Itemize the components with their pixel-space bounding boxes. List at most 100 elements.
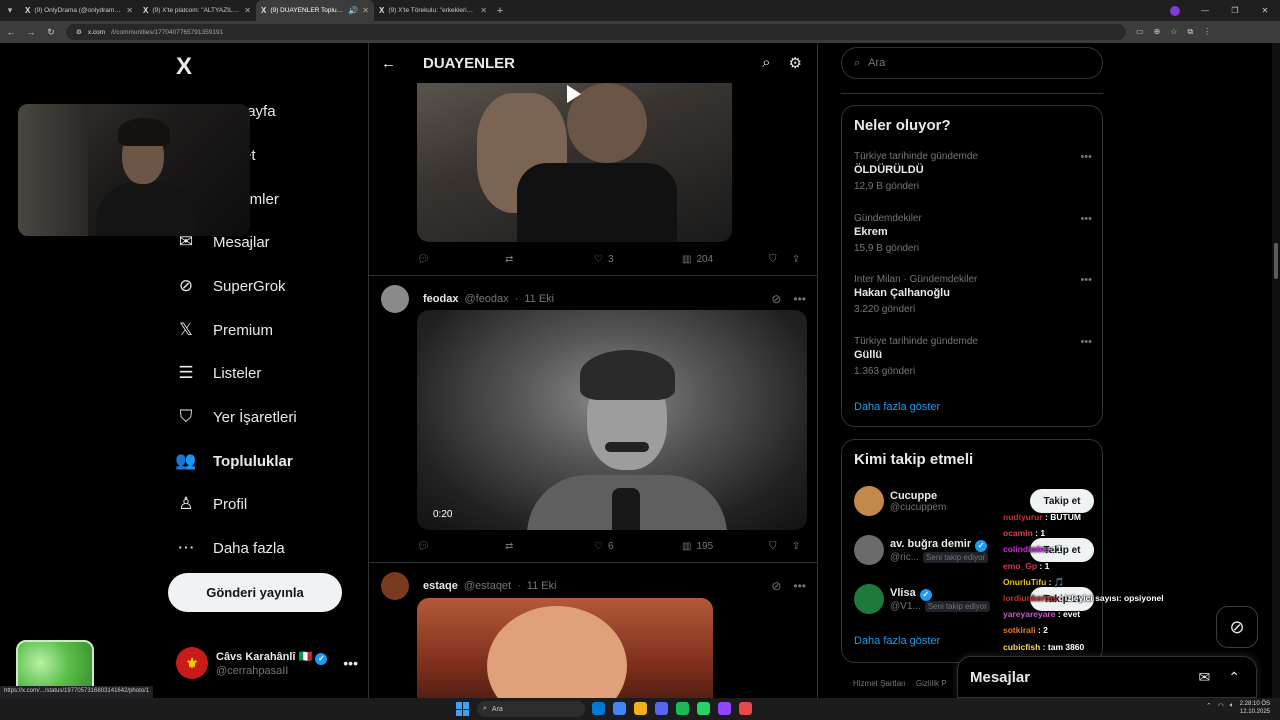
discord-icon[interactable] (655, 702, 668, 715)
more-dots-icon[interactable]: ••• (793, 579, 806, 593)
maximize-button[interactable]: ❐ (1220, 0, 1250, 21)
post-video-2[interactable]: 0:20 (417, 310, 807, 530)
taskbar-search[interactable]: ⌕ Ara (477, 701, 585, 717)
spotify-icon[interactable] (676, 702, 689, 715)
avatar[interactable] (854, 584, 884, 614)
post-author-name[interactable]: feodax (423, 293, 458, 305)
url-field[interactable]: ⚙ x.com/i/communities/177040776579135919… (66, 24, 1126, 40)
show-more-link[interactable]: Daha fazla göster (854, 635, 940, 647)
gear-icon[interactable]: ⚙ (789, 54, 802, 72)
post-image-3[interactable] (417, 598, 713, 698)
grok-icon[interactable]: ⊘ (771, 292, 781, 306)
cast-icon[interactable]: ▭ (1136, 27, 1144, 37)
share-icon[interactable]: ⇪ (792, 254, 800, 265)
volume-icon[interactable]: 🔈︎ (1230, 702, 1234, 710)
play-icon[interactable] (567, 85, 581, 103)
nav-item[interactable]: 𝕏 Premium (176, 320, 273, 340)
scroll-thumb[interactable] (1274, 243, 1278, 279)
close-window-button[interactable]: ✕ (1250, 0, 1280, 21)
search-input[interactable]: ⌕ Ara (841, 47, 1103, 79)
like-button[interactable]: ♡ 6 (594, 541, 614, 552)
forward-icon[interactable]: → (26, 27, 36, 37)
retweet-icon[interactable]: ⇄ (505, 254, 513, 265)
menu-icon[interactable]: ⋮ (1203, 27, 1211, 37)
close-tab-icon[interactable]: ✕ (126, 6, 133, 15)
app-icon[interactable] (592, 702, 605, 715)
avatar[interactable] (381, 285, 409, 313)
page-scrollbar[interactable] (1272, 43, 1280, 698)
share-icon[interactable]: ⇪ (792, 541, 800, 552)
back-icon[interactable]: ← (6, 27, 16, 37)
trend-item[interactable]: Türkiye tarihinde gündemde Güllü 1.363 gön… (854, 336, 1094, 377)
more-dots-icon[interactable]: ••• (1080, 274, 1092, 286)
whatsapp-icon[interactable] (697, 702, 710, 715)
account-switcher[interactable]: ⚜ Câvs Karahânlî 🇮🇹 ✓ @cerrahpasaII ••• (176, 643, 358, 683)
profile-avatar[interactable] (1170, 5, 1180, 16)
show-more-link[interactable]: Daha fazla göster (854, 401, 940, 413)
footer-link[interactable]: Gizlilik P (916, 679, 947, 688)
nav-item[interactable]: ⊘ SuperGrok (176, 276, 286, 296)
tab-search-button[interactable]: ▾ (0, 0, 20, 21)
more-dots-icon[interactable]: ••• (1080, 151, 1092, 163)
wifi-icon[interactable]: ◠ (1218, 702, 1224, 710)
reply-icon[interactable]: 💬︎ (417, 254, 430, 265)
trend-item[interactable]: Gündemdekiler Ekrem 15,9 B gönderi ••• (854, 213, 1094, 254)
new-message-icon[interactable]: ✉ (1199, 669, 1211, 686)
like-button[interactable]: ♡ 3 (594, 254, 614, 265)
star-icon[interactable]: ☆ (1170, 27, 1177, 37)
site-info-icon[interactable]: ⚙ (76, 28, 82, 36)
minimize-button[interactable]: — (1190, 0, 1220, 21)
avatar[interactable] (381, 572, 409, 600)
post-date[interactable]: 11 Eki (527, 580, 557, 592)
bookmark-icon[interactable]: ⛉ (769, 254, 777, 265)
trend-item[interactable]: Türkiye tarihinde gündemde ÖLDÜRÜLDÜ 12,9 … (854, 151, 1094, 192)
chrome-icon[interactable] (613, 702, 626, 715)
new-tab-button[interactable]: + (492, 5, 508, 17)
more-dots-icon[interactable]: ••• (1080, 336, 1092, 348)
more-dots-icon[interactable]: ••• (1080, 213, 1092, 225)
expand-icon[interactable]: ⌃ (1228, 669, 1240, 686)
trend-item[interactable]: Inter Milan · Gündemdekiler Hakan Çalhano… (854, 274, 1094, 315)
post-date[interactable]: 11 Eki (524, 293, 554, 305)
views-button[interactable]: ▥ 195 (682, 541, 713, 552)
browser-tab[interactable]: X (9) OnlyDrama (@onlydramaX) ✕ (20, 0, 138, 21)
avatar[interactable] (854, 486, 884, 516)
retweet-icon[interactable]: ⇄ (505, 541, 513, 552)
extensions-icon[interactable]: ⧉ (1187, 27, 1193, 37)
post-video-1[interactable] (417, 83, 732, 242)
audio-icon[interactable]: 🔊 (348, 6, 358, 15)
messages-drawer[interactable]: Mesajlar ✉ ⌃ (957, 656, 1257, 698)
back-arrow-icon[interactable]: ← (381, 55, 401, 72)
taskbar-clock[interactable]: 2:28:10 ÖS 12.10.2025 (1240, 700, 1270, 716)
post-author-handle[interactable]: @feodax (464, 293, 508, 305)
nav-item[interactable]: ⛉ Yer İşaretleri (176, 407, 297, 427)
close-tab-icon[interactable]: ✕ (480, 6, 487, 15)
more-dots-icon[interactable]: ••• (343, 655, 358, 671)
nav-item[interactable]: ⋯ Daha fazla (176, 538, 285, 558)
grok-float-button[interactable]: ⊘ (1216, 606, 1258, 648)
post-author-name[interactable]: estaqe (423, 580, 458, 592)
browser-tab[interactable]: X (9) X'te Törekulu: "erkeklerimiz ✕ (374, 0, 492, 21)
app-icon[interactable] (739, 702, 752, 715)
search-icon[interactable]: ⌕ (762, 54, 770, 72)
grok-icon[interactable]: ⊘ (771, 579, 781, 593)
views-button[interactable]: ▥ 204 (682, 254, 713, 265)
close-tab-icon[interactable]: ✕ (362, 6, 369, 15)
reload-icon[interactable]: ↻ (46, 27, 56, 38)
x-logo-icon[interactable]: X (176, 53, 192, 81)
nav-item[interactable]: 👥 Topluluklar (175, 451, 292, 471)
avatar[interactable] (854, 535, 884, 565)
twitch-icon[interactable] (718, 702, 731, 715)
chevron-up-icon[interactable]: ⌃ (1206, 702, 1212, 710)
bookmark-icon[interactable]: ⛉ (769, 541, 777, 552)
windows-start-icon[interactable] (456, 702, 470, 716)
close-tab-icon[interactable]: ✕ (244, 6, 251, 15)
reply-icon[interactable]: 💬︎ (417, 541, 430, 552)
browser-tab-active[interactable]: X(9) DUAYENLER Topluluk / X🔊 ✕ (256, 0, 374, 21)
folder-icon[interactable] (634, 702, 647, 715)
post-author-handle[interactable]: @estaqet (464, 580, 511, 592)
post-button[interactable]: Gönderi yayınla (168, 573, 342, 612)
zoom-icon[interactable]: ⊕ (1154, 27, 1161, 37)
more-dots-icon[interactable]: ••• (793, 292, 806, 306)
footer-link[interactable]: Hizmet Şartları (853, 679, 906, 688)
